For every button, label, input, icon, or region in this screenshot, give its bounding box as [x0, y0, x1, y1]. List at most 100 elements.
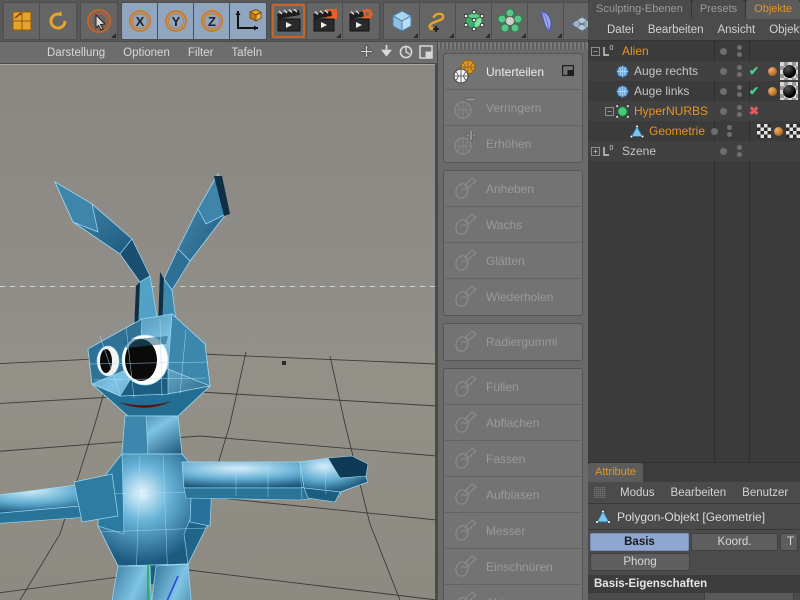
sculpt-tool-aufblasen[interactable]: Aufblasen [444, 477, 582, 513]
sculpt-tool-einschn-ren[interactable]: Einschnüren [444, 549, 582, 585]
sculpt-tool-messer[interactable]: Messer [444, 513, 582, 549]
sculpt-tool-abflachen[interactable]: Abflachen [444, 405, 582, 441]
render-region-button[interactable] [307, 3, 343, 39]
sculpt-tool-verringern[interactable]: Verringern [444, 90, 582, 126]
sculpt-tool-radiergummi[interactable]: Radiergummi [444, 324, 582, 360]
render-settings-button[interactable] [343, 3, 379, 39]
attr-tab-basis[interactable]: Basis [590, 533, 689, 551]
add-nurbs-button[interactable] [456, 3, 492, 39]
phong-tag-icon[interactable] [768, 87, 777, 96]
live-selection-button[interactable] [81, 3, 117, 39]
add-deformer-button[interactable] [528, 3, 564, 39]
add-spline-button[interactable] [420, 3, 456, 39]
om-menu-bearbeiten[interactable]: Bearbeiten [641, 24, 711, 36]
object-tree-cell[interactable]: − 0 Alien [588, 41, 714, 61]
visibility-render-dots[interactable] [732, 145, 746, 157]
tab-objekte[interactable]: Objekte [746, 0, 800, 19]
viewport-menu-tafeln[interactable]: Tafeln [222, 42, 271, 64]
om-menu-ansicht[interactable]: Ansicht [710, 24, 762, 36]
sculpt-tool-f-llen[interactable]: Füllen [444, 369, 582, 405]
object-tree-cell[interactable]: Auge rechts [588, 61, 714, 81]
object-row[interactable]: − HyperNURBS ✖ [588, 101, 800, 121]
phong-tag-icon[interactable] [768, 67, 777, 76]
am-menu-modus[interactable]: Modus [612, 487, 663, 499]
tree-expander-minus-icon[interactable]: − [605, 107, 614, 116]
attr-tab-koord[interactable]: Koord. [691, 533, 778, 551]
zoom-view-icon[interactable] [380, 44, 393, 59]
visibility-editor-dot[interactable] [714, 148, 732, 155]
move-view-icon[interactable] [359, 44, 374, 59]
sculpt-tool-abtragen[interactable]: Abtragen [444, 585, 582, 600]
viewport-3d[interactable] [0, 64, 437, 600]
visibility-editor-dot[interactable] [714, 88, 732, 95]
sculpt-tool-erh-hen[interactable]: Erhöhen [444, 126, 582, 162]
object-tree-cell[interactable]: − HyperNURBS [588, 101, 714, 121]
tab-sculpting-ebenen[interactable]: Sculpting-Ebenen [588, 0, 692, 19]
x-axis-button[interactable]: X [122, 3, 158, 39]
viewport-menu-filter[interactable]: Filter [179, 42, 223, 64]
texture-tag-icon[interactable] [786, 124, 800, 138]
tab-attribute[interactable]: Attribute [588, 463, 643, 482]
object-tree-cell[interactable]: Auge links [588, 81, 714, 101]
visibility-editor-dot[interactable] [714, 48, 732, 55]
sculpt-tool-unterteilen[interactable]: Unterteilen [444, 54, 582, 90]
am-menu-bearbeiten[interactable]: Bearbeiten [663, 487, 735, 499]
tag-disabled-cross-icon[interactable]: ✖ [749, 104, 759, 118]
viewport-scene [0, 64, 437, 600]
visibility-render-dots[interactable] [732, 105, 746, 117]
world-object-coordinates-button[interactable] [230, 3, 266, 39]
tab-presets[interactable]: Presets [692, 0, 746, 19]
sculpt-tool-fassen[interactable]: Fassen [444, 441, 582, 477]
tag-enabled-check-icon[interactable]: ✔ [749, 84, 759, 98]
sculpt-tool-label: Glätten [486, 254, 525, 268]
visibility-render-dots[interactable] [732, 45, 746, 57]
sculpt-tool-wachs[interactable]: Wachs [444, 207, 582, 243]
object-row[interactable]: Auge links ✔ [588, 81, 800, 101]
add-cube-button[interactable] [384, 3, 420, 39]
object-tree-cell[interactable]: Geometrie [588, 121, 707, 141]
maximize-view-icon[interactable] [419, 45, 433, 59]
toolbar-group-render [270, 2, 380, 40]
attr-tab-tex[interactable]: T [780, 533, 798, 551]
z-axis-button[interactable]: Z [194, 3, 230, 39]
y-axis-button[interactable]: Y [158, 3, 194, 39]
panel-drag-dots-icon[interactable] [594, 487, 606, 498]
tree-expander-plus-icon[interactable]: + [591, 147, 600, 156]
attr-tab-phong[interactable]: Phong [590, 553, 690, 571]
object-row[interactable]: + 0 Szene [588, 141, 800, 161]
viewport-menu-darstellung[interactable]: Darstellung [38, 42, 114, 64]
undo-button[interactable] [4, 3, 40, 39]
sculpt-tool-gl-tten[interactable]: Glätten [444, 243, 582, 279]
sculpt-tool-label: Abtragen [486, 596, 535, 600]
am-menu-benutzer[interactable]: Benutzer [734, 487, 796, 499]
om-menu-objekt[interactable]: Objekt [762, 24, 800, 36]
visibility-render-dots[interactable] [723, 125, 736, 137]
object-row[interactable]: − 0 Alien [588, 41, 800, 61]
visibility-editor-dot[interactable] [714, 68, 732, 75]
texture-tag-icon[interactable] [757, 124, 771, 138]
object-tree-cell[interactable]: + 0 Szene [588, 141, 714, 161]
add-array-button[interactable] [492, 3, 528, 39]
visibility-render-dots[interactable] [732, 85, 746, 97]
material-tag-icon[interactable] [780, 62, 798, 80]
material-tag-icon[interactable] [780, 82, 798, 100]
object-manager-tree[interactable]: − 0 Alien Auge rechts ✔ [588, 41, 800, 462]
redo-button[interactable] [40, 3, 76, 39]
visibility-editor-dot[interactable] [707, 128, 724, 135]
om-menu-datei[interactable]: Datei [600, 24, 641, 36]
visibility-render-dots[interactable] [732, 65, 746, 77]
render-view-button[interactable] [271, 3, 307, 39]
sculpt-tool-anheben[interactable]: Anheben [444, 171, 582, 207]
tool-options-icon[interactable] [562, 65, 574, 76]
panel-grip-handle[interactable] [438, 42, 588, 49]
tree-expander-minus-icon[interactable]: − [591, 47, 600, 56]
rotate-view-icon[interactable] [399, 45, 413, 59]
object-row[interactable]: Geometrie [588, 121, 800, 141]
visibility-editor-dot[interactable] [714, 108, 732, 115]
object-row[interactable]: Auge rechts ✔ [588, 61, 800, 81]
attribute-field-stub[interactable] [704, 592, 794, 600]
phong-tag-icon[interactable] [774, 127, 783, 136]
viewport-menu-optionen[interactable]: Optionen [114, 42, 179, 64]
sculpt-tool-wiederholen[interactable]: Wiederholen [444, 279, 582, 315]
tag-enabled-check-icon[interactable]: ✔ [749, 64, 759, 78]
